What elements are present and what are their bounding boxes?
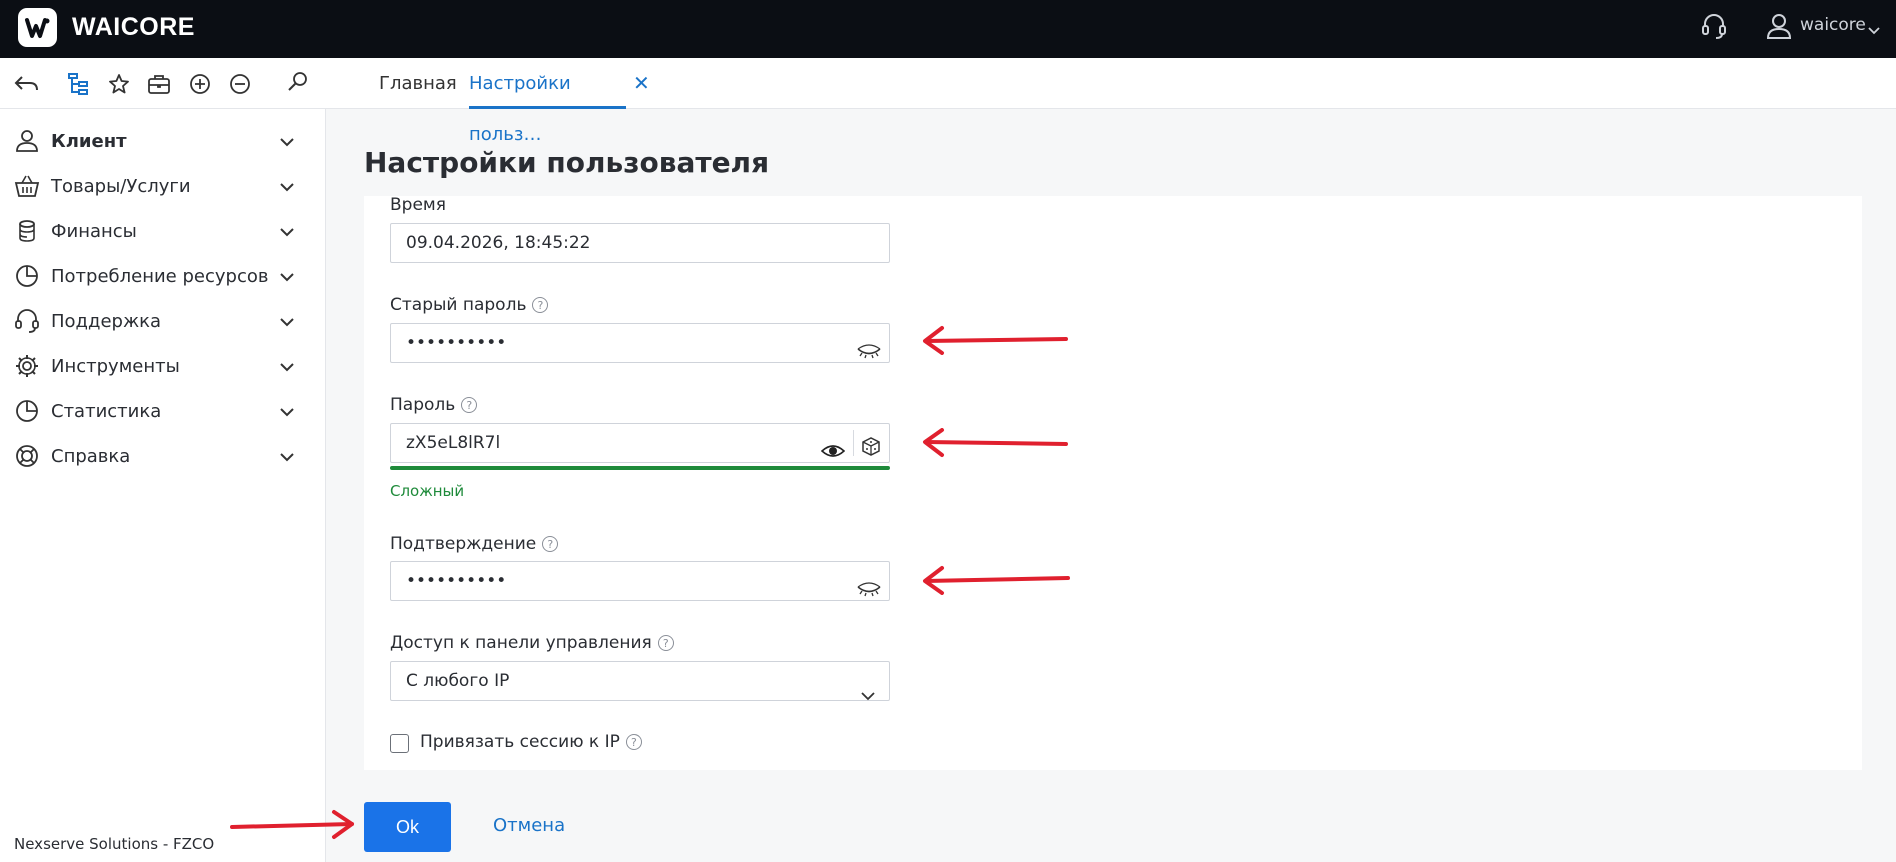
chevron-down-icon[interactable] (280, 132, 294, 151)
sidebar-item-finance[interactable]: Финансы (0, 209, 326, 253)
lifebuoy-icon (13, 442, 41, 470)
user-avatar-icon[interactable] (1765, 11, 1793, 45)
confirm-password-field[interactable]: •••••••••• (390, 561, 890, 601)
dice-icon[interactable] (859, 432, 883, 470)
user-name[interactable]: waicore (1800, 15, 1866, 35)
back-icon[interactable] (14, 71, 40, 97)
chevron-down-icon[interactable] (280, 402, 294, 421)
chevron-down-icon[interactable] (861, 677, 875, 715)
annotation-arrow-icon (230, 810, 354, 839)
sidebar-item-help[interactable]: Справка (0, 434, 326, 478)
sidebar-item-client[interactable]: Клиент (0, 119, 326, 163)
gear-icon (13, 352, 41, 380)
sidebar-item-products[interactable]: Товары/Услуги (0, 164, 326, 208)
star-icon[interactable] (106, 71, 132, 97)
bind-session-label[interactable]: Привязать сессию к IP ? (420, 732, 642, 752)
old-password-value: •••••••••• (406, 333, 507, 353)
password-label-text: Пароль (390, 395, 456, 415)
old-password-label-text: Старый пароль (390, 295, 527, 315)
pie-chart-icon (13, 397, 41, 425)
chevron-down-icon[interactable] (280, 222, 294, 241)
cancel-button[interactable]: Отмена (493, 815, 565, 836)
help-icon[interactable]: ? (532, 297, 549, 313)
close-icon[interactable]: ✕ (633, 70, 650, 96)
chevron-down-icon[interactable] (280, 267, 294, 286)
time-label-text: Время (390, 195, 446, 215)
tab-user-settings[interactable]: Настройки польз… (469, 58, 626, 145)
annotation-arrow-icon (923, 428, 1068, 457)
client-icon (13, 127, 41, 155)
password-field[interactable]: zX5eL8lR7l (390, 423, 890, 463)
help-icon[interactable]: ? (542, 536, 559, 552)
tab-home[interactable]: Главная (379, 58, 457, 109)
ok-button[interactable]: Ok (364, 802, 451, 852)
sidebar: Клиент Товары/Услуги Финансы Потребление… (0, 109, 326, 862)
chevron-down-icon[interactable] (280, 312, 294, 331)
pie-chart-icon (13, 262, 41, 290)
confirm-label: Подтверждение ? (390, 534, 559, 554)
sidebar-item-statistics[interactable]: Статистика (0, 389, 326, 433)
help-icon[interactable]: ? (625, 734, 642, 750)
sidebar-item-tools[interactable]: Инструменты (0, 344, 326, 388)
confirm-value: •••••••••• (406, 571, 507, 591)
bind-session-label-text: Привязать сессию к IP (420, 732, 620, 752)
divider (853, 430, 854, 456)
sidebar-item-label: Финансы (51, 220, 137, 242)
annotation-arrow-icon (923, 566, 1070, 595)
headset-icon[interactable] (1700, 12, 1728, 46)
company-footer: Nexserve Solutions - FZCO (14, 835, 215, 853)
access-value: С любого IP (406, 671, 510, 691)
add-circle-icon[interactable] (187, 71, 213, 97)
confirm-label-text: Подтверждение (390, 534, 537, 554)
sidebar-item-support[interactable]: Поддержка (0, 299, 326, 343)
sidebar-item-label: Потребление ресурсов (51, 265, 269, 287)
access-label: Доступ к панели управления ? (390, 633, 674, 653)
access-select[interactable]: С любого IP (390, 661, 890, 701)
coins-icon (13, 217, 41, 245)
sidebar-item-label: Справка (51, 445, 131, 467)
logo-icon[interactable] (18, 8, 57, 47)
chevron-down-icon[interactable] (280, 447, 294, 466)
time-field: 09.04.2026, 18:45:22 (390, 223, 890, 263)
sidebar-item-label: Статистика (51, 400, 162, 422)
annotation-arrow-icon (923, 326, 1068, 355)
search-icon[interactable] (285, 69, 311, 95)
time-label: Время (390, 195, 446, 215)
time-value: 09.04.2026, 18:45:22 (406, 233, 591, 253)
password-value: zX5eL8lR7l (406, 433, 501, 453)
sidebar-item-label: Клиент (51, 130, 127, 152)
basket-icon (13, 172, 41, 200)
old-password-label: Старый пароль ? (390, 295, 549, 315)
top-bar: WAICORE waicore (0, 0, 1896, 58)
eye-closed-icon[interactable] (857, 336, 881, 374)
help-icon[interactable]: ? (461, 397, 478, 413)
sidebar-item-label: Инструменты (51, 355, 180, 377)
chevron-down-icon[interactable] (280, 177, 294, 196)
password-label: Пароль ? (390, 395, 478, 415)
password-strength-bar (390, 466, 890, 470)
page-title: Настройки пользователя (364, 146, 770, 179)
old-password-field[interactable]: •••••••••• (390, 323, 890, 363)
remove-circle-icon[interactable] (227, 71, 253, 97)
help-icon[interactable]: ? (657, 635, 674, 651)
eye-closed-icon[interactable] (857, 574, 881, 612)
access-label-text: Доступ к панели управления (390, 633, 652, 653)
sidebar-item-label: Поддержка (51, 310, 162, 332)
password-strength-text: Сложный (390, 482, 465, 500)
brand-name: WAICORE (72, 13, 195, 41)
headset-icon (13, 307, 41, 335)
sidebar-item-resources[interactable]: Потребление ресурсов (0, 254, 326, 298)
sidebar-item-label: Товары/Услуги (51, 175, 191, 197)
chevron-down-icon[interactable] (280, 357, 294, 376)
chevron-down-icon[interactable] (1868, 20, 1880, 39)
briefcase-icon[interactable] (146, 71, 172, 97)
tree-icon[interactable] (66, 71, 92, 97)
bind-session-checkbox[interactable] (390, 734, 409, 753)
